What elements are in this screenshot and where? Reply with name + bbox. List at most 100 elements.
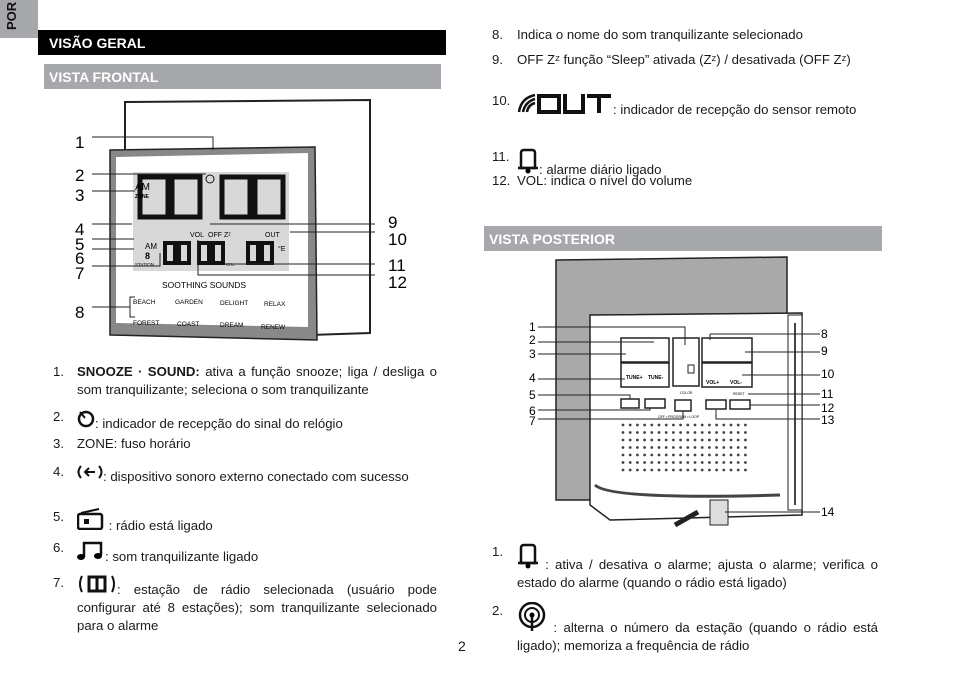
- lcd-out: OUT: [265, 232, 281, 239]
- grille-hole: [643, 468, 646, 472]
- grille-hole: [744, 431, 747, 434]
- mode-switch: [674, 399, 692, 412]
- grille-hole: [657, 468, 661, 472]
- grille-hole: [736, 446, 740, 449]
- grille-hole: [628, 446, 632, 449]
- grille-hole: [628, 438, 632, 442]
- front-view-diagram: AM ZONE VOL OFF Zᶻ OUT AM 8 STATION KHz …: [75, 98, 407, 341]
- music-note-icon: [77, 539, 105, 566]
- grille-hole: [672, 468, 675, 472]
- grille-hole: [657, 446, 661, 449]
- grille-hole: [664, 446, 668, 449]
- grille-hole: [657, 423, 661, 427]
- grille-hole: [621, 423, 625, 427]
- grille-hole: [643, 423, 646, 427]
- grille-hole: [729, 461, 733, 464]
- sound-renew: RENEW: [261, 324, 286, 331]
- front-item-1: 1. SNOOZE · SOUND: ativa a função snooze…: [53, 364, 438, 397]
- grille-hole: [722, 446, 726, 449]
- small-button-2: [644, 398, 666, 409]
- language-tab: POR: [0, 0, 38, 38]
- color-label: COLOR: [680, 391, 693, 395]
- grille-hole: [643, 431, 646, 434]
- grille-hole: [729, 446, 733, 449]
- grille-hole: [693, 423, 697, 427]
- tune-minus-label: TUNE-: [648, 375, 664, 381]
- grille-hole: [715, 438, 718, 442]
- grille-hole: [672, 438, 675, 442]
- rear-callout-10: 10: [821, 367, 835, 381]
- grille-hole: [664, 461, 668, 464]
- grille-hole: [664, 431, 668, 434]
- alarm-button: [672, 337, 700, 387]
- grille-hole: [643, 453, 646, 457]
- front-item-3: 3. ZONE: fuso horário: [53, 436, 191, 451]
- grille-hole: [686, 453, 690, 457]
- grille-hole: [722, 468, 726, 472]
- grille-hole: [715, 468, 718, 472]
- grille-hole: [657, 453, 661, 457]
- rear-callout-7: 7: [529, 414, 536, 428]
- clock-sleep-buttons: [701, 337, 753, 363]
- lcd-unit: °E: [278, 245, 286, 253]
- grille-hole: [736, 431, 740, 434]
- grille-hole: [708, 468, 711, 472]
- grille-hole: [686, 431, 690, 434]
- small-button-4: [729, 399, 751, 410]
- grille-hole: [708, 423, 711, 427]
- lcd-zone: ZONE: [135, 194, 150, 200]
- vol-minus-label: VOL-: [730, 380, 742, 386]
- grille-hole: [679, 453, 682, 457]
- grille-hole: [700, 438, 704, 442]
- rear-callout-11: 11: [821, 387, 834, 401]
- sound-coast: COAST: [177, 321, 199, 328]
- lcd-station-num: 8: [145, 251, 150, 261]
- grille-hole: [744, 468, 747, 472]
- grille-hole: [700, 468, 704, 472]
- grille-hole: [700, 461, 704, 464]
- grille-hole: [700, 446, 704, 449]
- small-button-1: [620, 398, 640, 409]
- grille-hole: [722, 431, 726, 434]
- grille-hole: [729, 453, 733, 457]
- grille-hole: [628, 423, 632, 427]
- item-bold-label: SNOOZE · SOUND:: [77, 364, 200, 379]
- grille-hole: [693, 468, 697, 472]
- front-view-heading: VISTA FRONTAL: [44, 64, 441, 89]
- grille-hole: [708, 431, 711, 434]
- grille-hole: [672, 461, 675, 464]
- front-item-4: 4. : dispositivo sonoro externo conectad…: [53, 464, 409, 484]
- station-memory-icon: [517, 601, 547, 637]
- grille-hole: [672, 423, 675, 427]
- tune-plus-label: TUNE+: [626, 375, 643, 381]
- callout-2: 2: [75, 166, 84, 185]
- grille-hole: [621, 453, 625, 457]
- small-button-3: [705, 399, 727, 410]
- grille-hole: [628, 461, 632, 464]
- grille-hole: [708, 446, 711, 449]
- grille-hole: [628, 468, 632, 472]
- grille-hole: [708, 461, 711, 464]
- grille-hole: [664, 438, 668, 442]
- radio-icon: [76, 508, 105, 535]
- callout-12: 12: [388, 273, 407, 292]
- grille-hole: [708, 438, 711, 442]
- grille-hole: [621, 461, 625, 464]
- grille-hole: [722, 438, 726, 442]
- grille-hole: [621, 431, 625, 434]
- grille-hole: [729, 438, 733, 442]
- grille-hole: [744, 453, 747, 457]
- soothing-sounds-label: SOOTHING SOUNDS: [162, 280, 246, 290]
- grille-hole: [628, 431, 632, 434]
- sound-delight: DELIGHT: [220, 300, 248, 307]
- grille-hole: [664, 423, 668, 427]
- rear-callout-1: 1: [529, 320, 536, 334]
- grille-hole: [657, 461, 661, 464]
- grille-hole: [729, 431, 733, 434]
- sound-relax: RELAX: [264, 301, 286, 308]
- manual-page: POR VISÃO GERAL VISTA FRONTAL AM ZONE VO…: [0, 0, 954, 673]
- grille-hole: [664, 468, 668, 472]
- grille-hole: [693, 446, 697, 449]
- grille-hole: [715, 453, 718, 457]
- callout-8: 8: [75, 303, 84, 322]
